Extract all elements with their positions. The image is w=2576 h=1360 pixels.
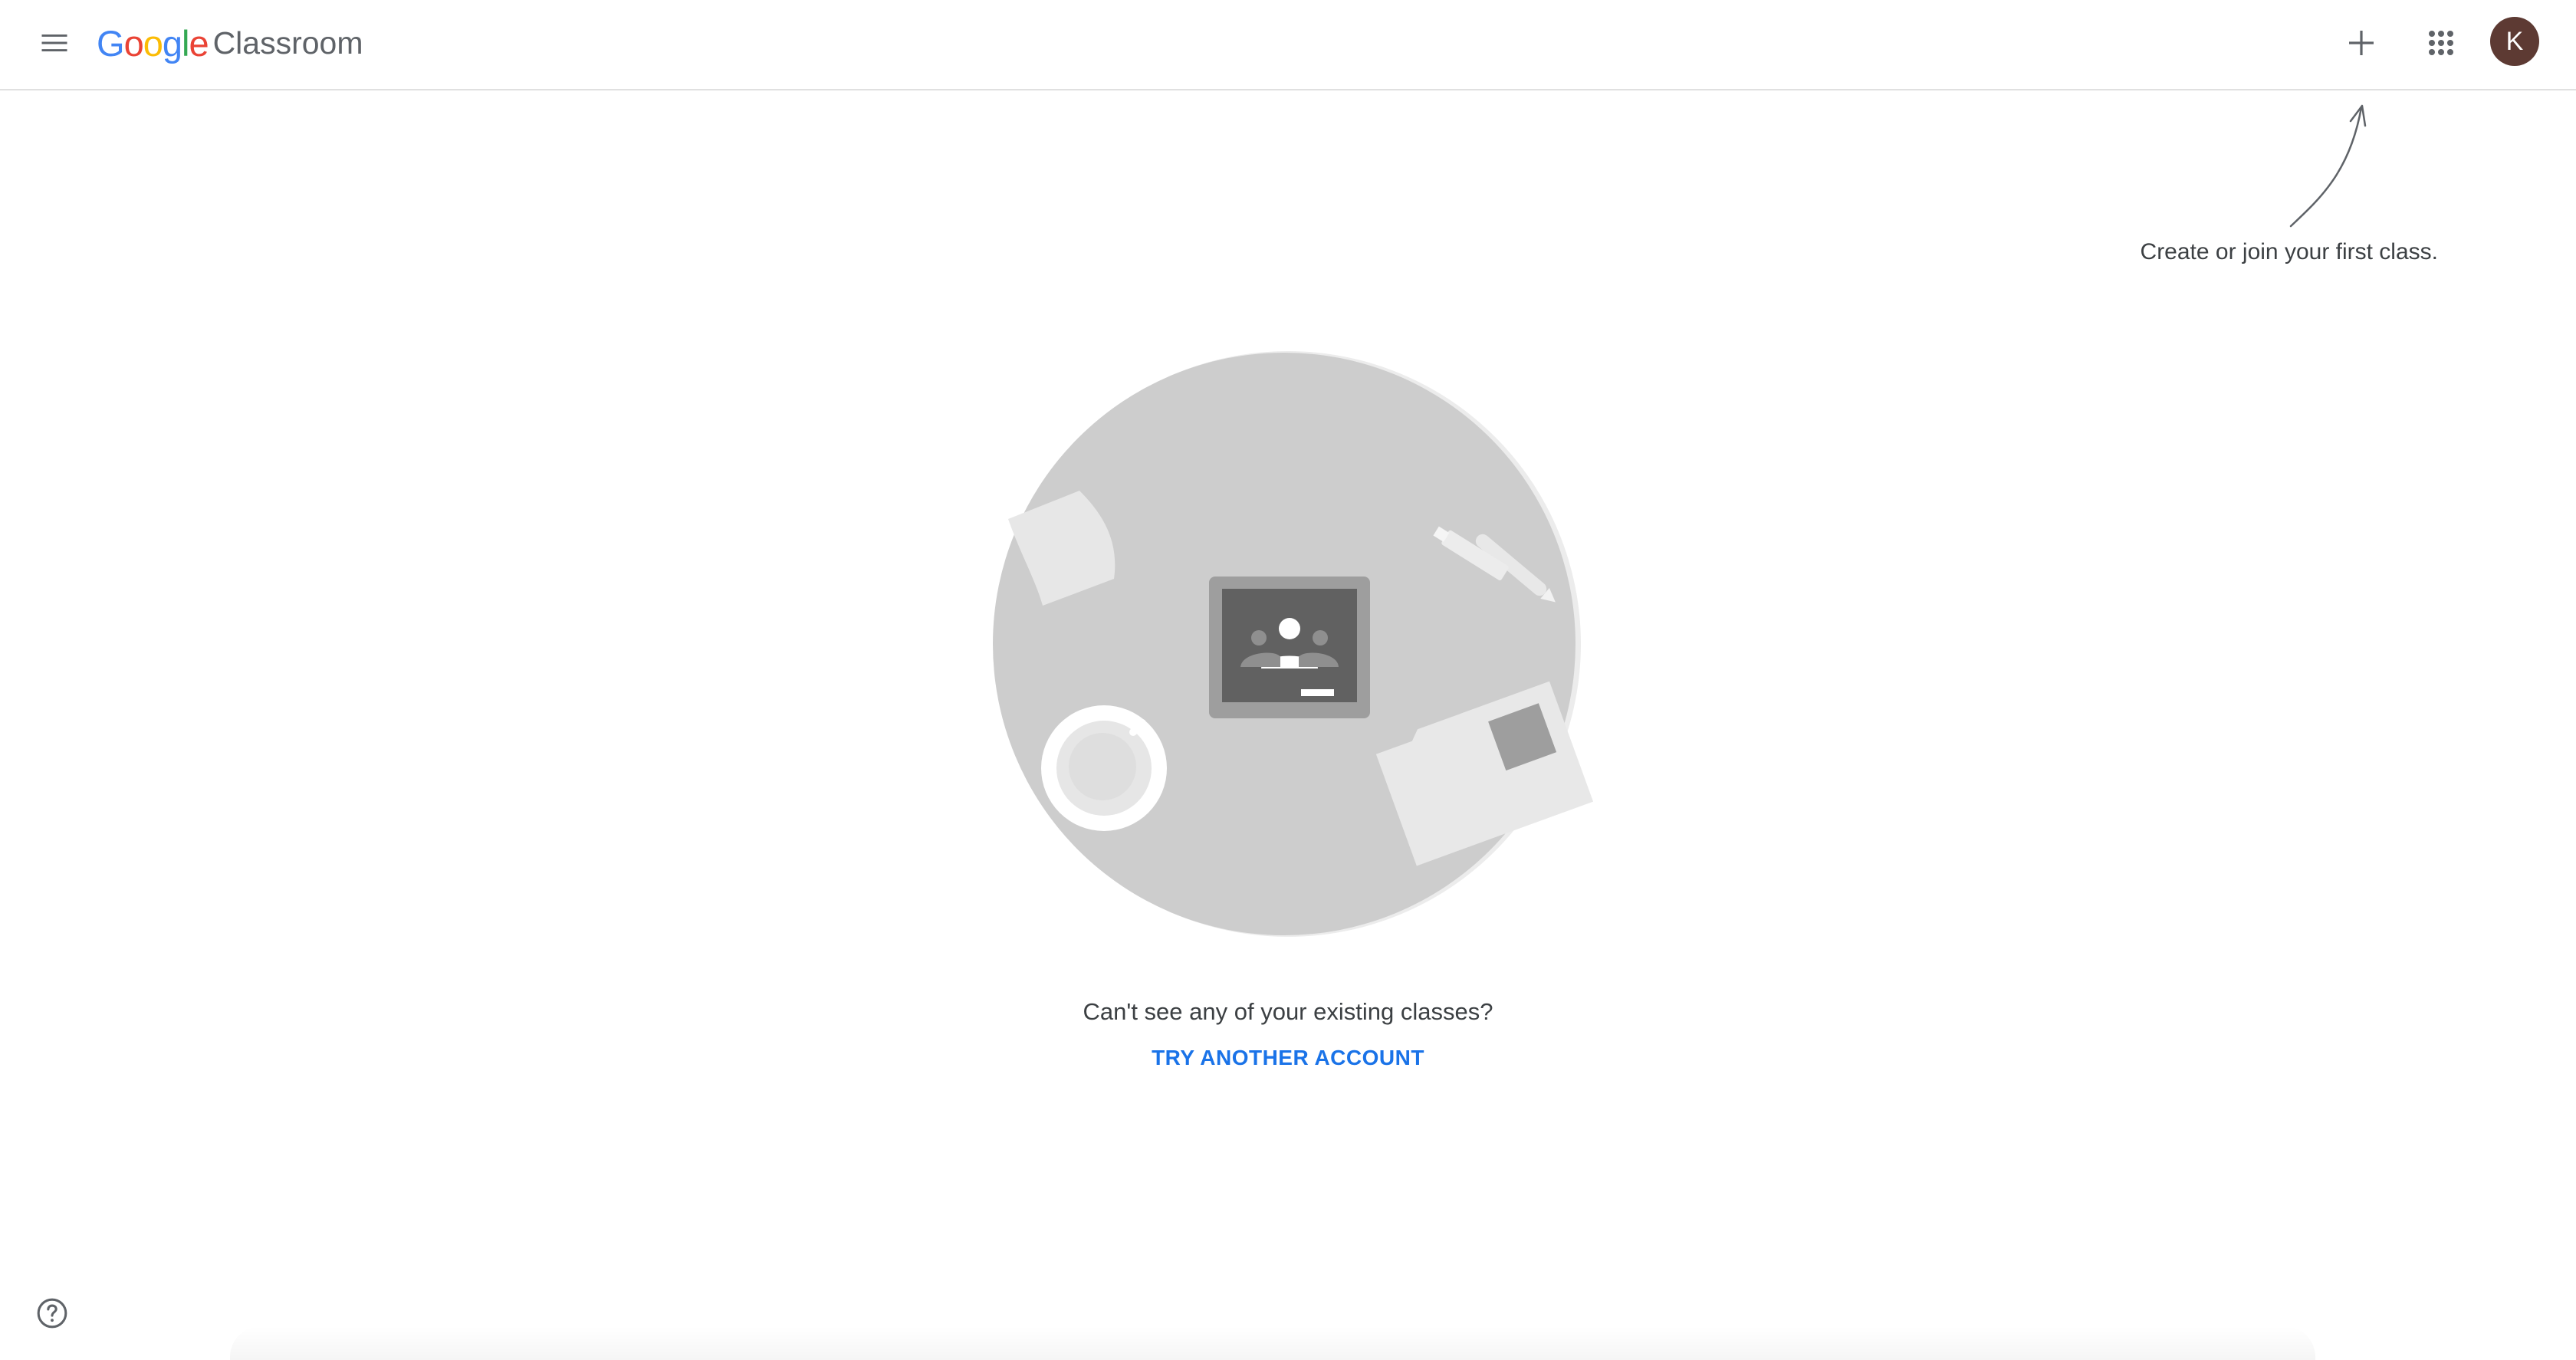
app-header: Google Classroom K bbox=[0, 0, 2576, 90]
classroom-logo-icon bbox=[1209, 577, 1370, 718]
avatar-initial: K bbox=[2505, 26, 2524, 56]
apps-grid-icon bbox=[2429, 31, 2453, 55]
account-avatar[interactable]: K bbox=[2490, 17, 2539, 66]
create-or-join-class-button[interactable] bbox=[2334, 16, 2388, 70]
google-classroom-logo[interactable]: Google Classroom bbox=[97, 20, 363, 66]
logo-letter: o bbox=[143, 22, 163, 64]
logo-letter: g bbox=[162, 22, 182, 64]
help-button[interactable] bbox=[29, 1290, 75, 1336]
google-wordmark: Google bbox=[97, 22, 209, 64]
logo-letter: e bbox=[189, 22, 209, 64]
no-classes-message: Can't see any of your existing classes? bbox=[1083, 998, 1493, 1025]
product-name: Classroom bbox=[212, 25, 363, 61]
classroom-home-page: Google Classroom K Create or join your f… bbox=[0, 0, 2576, 1360]
create-join-hint: Create or join your first class. bbox=[2140, 239, 2438, 264]
try-another-account-link[interactable]: TRY ANOTHER ACCOUNT bbox=[1058, 1046, 1518, 1070]
logo-letter: o bbox=[123, 22, 144, 64]
main-menu-button[interactable] bbox=[28, 16, 81, 70]
empty-classroom-illustration bbox=[993, 351, 1594, 937]
plus-icon bbox=[2349, 31, 2374, 55]
coffee-cup-icon bbox=[1041, 705, 1167, 831]
google-apps-button[interactable] bbox=[2414, 16, 2468, 70]
menu-icon bbox=[41, 34, 67, 51]
bottom-shadow bbox=[230, 1326, 2315, 1360]
help-icon bbox=[37, 1298, 67, 1329]
hint-arrow-icon bbox=[2289, 104, 2367, 228]
logo-letter: G bbox=[97, 22, 125, 64]
